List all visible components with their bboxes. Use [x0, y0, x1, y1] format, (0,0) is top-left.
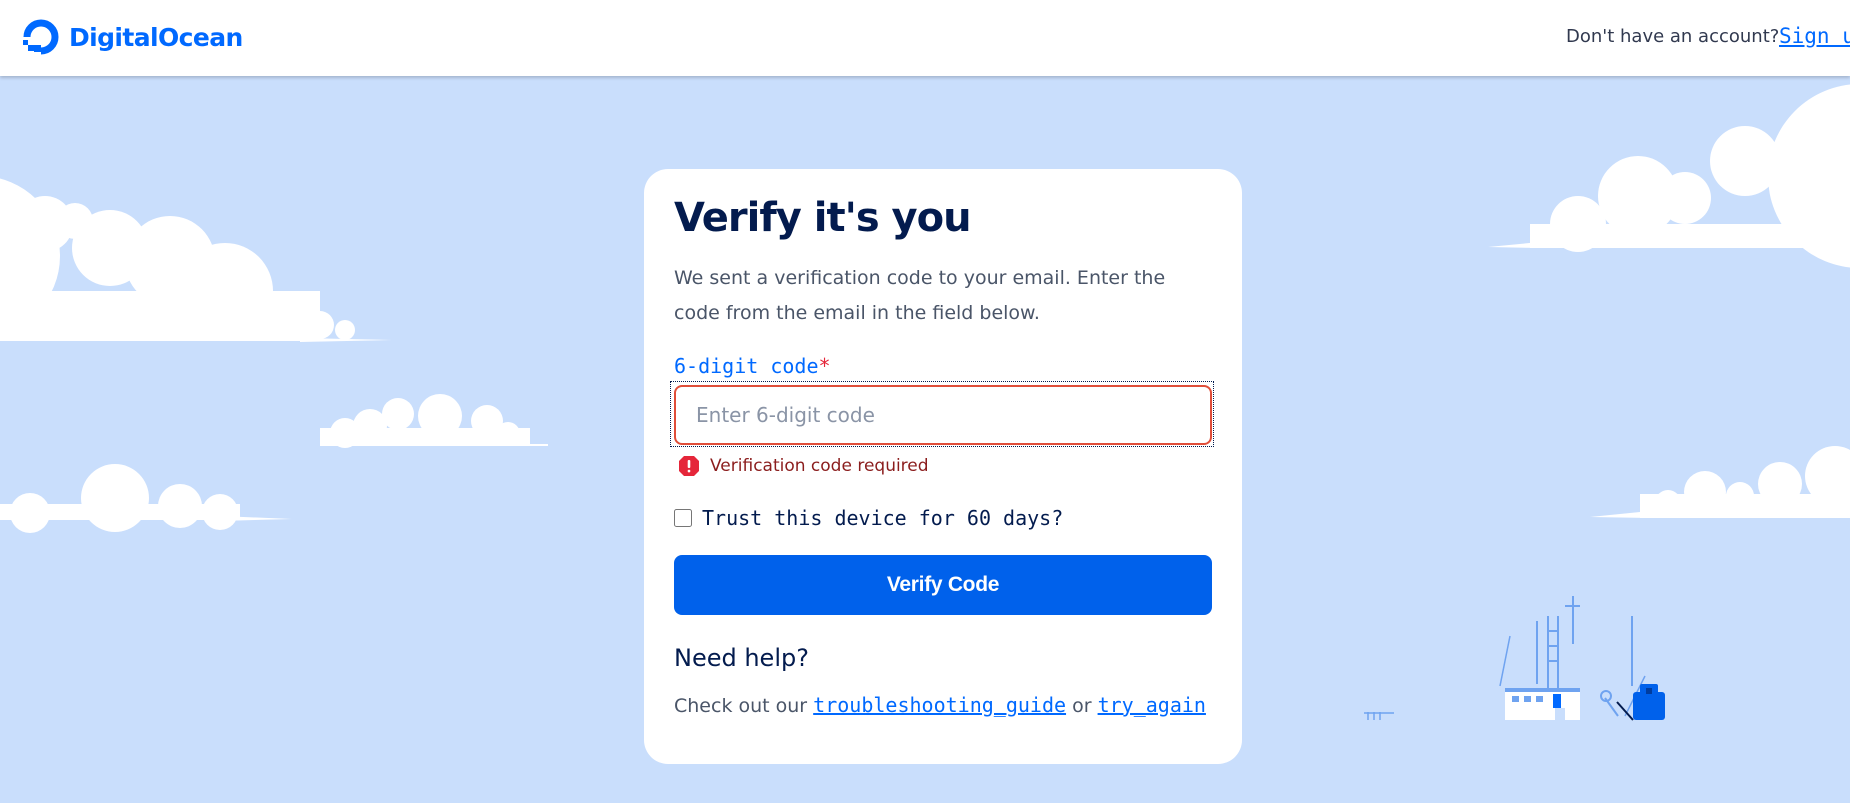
cloud-right-top-icon: [1488, 84, 1850, 268]
verification-card: Verify it's you We sent a verification c…: [644, 169, 1242, 764]
code-error-message: Verification code required: [677, 452, 929, 480]
verify-code-button[interactable]: Verify Code: [674, 555, 1212, 615]
help-text: Check out our troubleshooting_guide or t…: [674, 693, 1206, 717]
brand-name: DigitalOcean: [69, 22, 243, 52]
trust-device-label[interactable]: Trust this device for 60 days?: [702, 506, 1063, 530]
sign-up-link[interactable]: Sign up: [1779, 24, 1850, 48]
help-prefix: Check out our: [674, 695, 808, 717]
cloud-right-bottom-icon: [1590, 446, 1850, 518]
help-joiner: or: [1072, 695, 1092, 717]
digitalocean-logo-icon: [23, 19, 59, 55]
page-title: Verify it's you: [674, 195, 972, 241]
verification-code-input[interactable]: [674, 385, 1212, 445]
try-again-link[interactable]: try_again: [1098, 693, 1206, 717]
error-text: Verification code required: [710, 456, 929, 476]
required-indicator: *: [818, 354, 831, 378]
cloud-left-small-icon: [320, 394, 548, 448]
error-alert-icon: [679, 456, 699, 476]
ship-illustration-icon: [1364, 596, 1665, 721]
account-prompt-text: Don't have an account?: [1566, 26, 1780, 47]
cloud-left-bottom-icon: [0, 464, 292, 533]
code-field-label: 6-digit code*: [674, 354, 831, 378]
top-navigation-bar: DigitalOcean Don't have an account? Sign…: [0, 0, 1850, 76]
troubleshooting-guide-link[interactable]: troubleshooting_guide: [813, 693, 1066, 717]
cloud-left-large-icon: [0, 178, 392, 342]
trust-device-checkbox[interactable]: [674, 509, 692, 527]
help-heading: Need help?: [674, 644, 809, 672]
verification-description: We sent a verification code to your emai…: [674, 267, 1166, 324]
brand-logo-link[interactable]: DigitalOcean: [22, 18, 243, 56]
code-field-label-text: 6-digit code: [674, 354, 819, 378]
trust-device-option[interactable]: Trust this device for 60 days?: [674, 505, 1063, 531]
